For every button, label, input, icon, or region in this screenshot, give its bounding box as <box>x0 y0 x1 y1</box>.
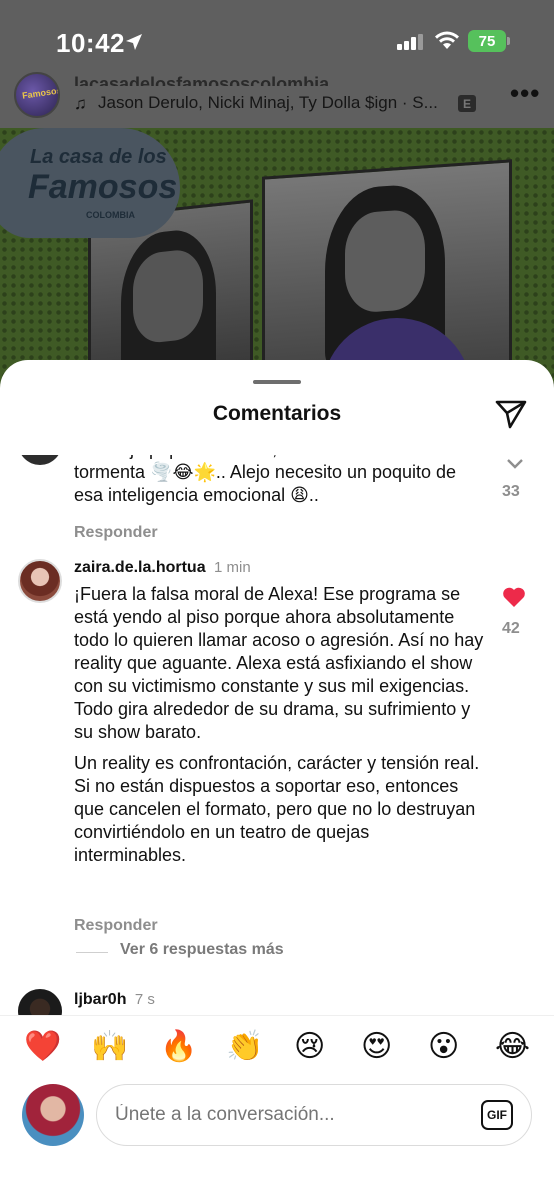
logo-line3: COLOMBIA <box>86 210 135 220</box>
reel-music-track[interactable]: Jason Derulo, Nicki Minaj, Ty Dolla $ign… <box>98 93 438 113</box>
comments-list[interactable]: Ese dejo papelon eso 99,9 1% de las chic… <box>0 455 554 1015</box>
reel-author-avatar[interactable]: Famosos <box>14 72 60 118</box>
location-arrow-icon <box>126 34 142 50</box>
reel-author-username[interactable]: lacasadelosfamososcolombia <box>74 74 374 86</box>
share-send-icon[interactable] <box>494 398 528 430</box>
logo-line2: Famosos <box>28 168 178 206</box>
reply-button[interactable]: Responder <box>74 917 158 935</box>
sheet-title: Comentarios <box>212 402 342 425</box>
emoji-clapping-hands[interactable]: 👏 <box>226 1030 263 1064</box>
comment-body: ¡Fuera la falsa moral de Alexa! Ese prog… <box>74 583 486 875</box>
photo-face <box>133 247 203 345</box>
emoji-crying-face[interactable]: 😢 <box>294 1030 325 1064</box>
emoji-heart-eyes[interactable]: 😍 <box>361 1030 392 1064</box>
heart-filled-icon[interactable] <box>502 586 526 608</box>
comment-username[interactable]: zaira.de.la.hortua <box>74 559 206 576</box>
chevron-down-icon[interactable] <box>505 457 525 471</box>
emoji-surprised-face[interactable]: 😮 <box>428 1030 459 1064</box>
comment-time: 7 s <box>134 991 155 1008</box>
emoji-red-heart[interactable]: ❤️ <box>24 1030 61 1064</box>
more-options-icon[interactable]: ••• <box>510 78 540 109</box>
logo-line1: La casa de los <box>30 146 167 168</box>
emoji-tears-of-joy[interactable]: 😂 <box>495 1030 530 1064</box>
comment-header: zaira.de.la.hortua 1 min <box>74 559 251 577</box>
cellular-signal-icon <box>397 34 423 50</box>
battery-level: 75 <box>468 30 506 52</box>
battery-tip <box>507 37 510 45</box>
comment-text: Ese dejo papelon eso 99,9 1% de las chic… <box>74 455 457 505</box>
status-time: 10:42 <box>56 28 125 58</box>
comment-composer[interactable]: GIF <box>96 1084 532 1146</box>
comment-time: 1 min <box>214 559 251 576</box>
replies-divider <box>76 952 108 953</box>
comments-sheet: Comentarios Ese dejo papelon eso 99,9 1%… <box>0 360 554 1200</box>
gif-button[interactable]: GIF <box>481 1100 513 1130</box>
reel-avatar-logo: Famosos <box>21 85 60 101</box>
status-bar: 10:42 75 <box>0 0 554 80</box>
reply-button[interactable]: Responder <box>74 524 158 542</box>
music-note-icon: ♫ <box>74 94 87 113</box>
sheet-drag-handle[interactable] <box>253 380 301 384</box>
comment-avatar[interactable] <box>18 559 62 603</box>
comment-paragraph: Un reality es confrontación, carácter y … <box>74 753 480 865</box>
comment-avatar[interactable] <box>18 989 62 1015</box>
show-logo: La casa de los Famosos COLOMBIA <box>0 128 180 238</box>
current-user-avatar <box>22 1084 84 1146</box>
view-more-replies-button[interactable]: Ver 6 respuestas más <box>120 941 284 959</box>
like-count: 42 <box>502 620 520 637</box>
comment-paragraph: ¡Fuera la falsa moral de Alexa! Ese prog… <box>74 584 484 742</box>
emoji-raising-hands[interactable]: 🙌 <box>91 1030 128 1064</box>
emoji-quick-bar: ❤️ 🙌 🔥 👏 😢 😍 😮 😂 <box>0 1015 554 1075</box>
wifi-icon <box>435 31 459 49</box>
like-count: 33 <box>502 483 520 500</box>
photo-face <box>345 208 425 314</box>
battery-indicator: 75 <box>468 30 510 52</box>
comment-input[interactable] <box>115 1099 455 1131</box>
comment-header: ljbar0h 7 s <box>74 991 155 1009</box>
comment-avatar[interactable] <box>18 455 62 465</box>
comment-username[interactable]: ljbar0h <box>74 991 126 1008</box>
emoji-fire[interactable]: 🔥 <box>160 1030 197 1064</box>
reel-video[interactable]: La casa de los Famosos COLOMBIA <box>0 128 554 388</box>
explicit-badge: E <box>458 95 476 112</box>
